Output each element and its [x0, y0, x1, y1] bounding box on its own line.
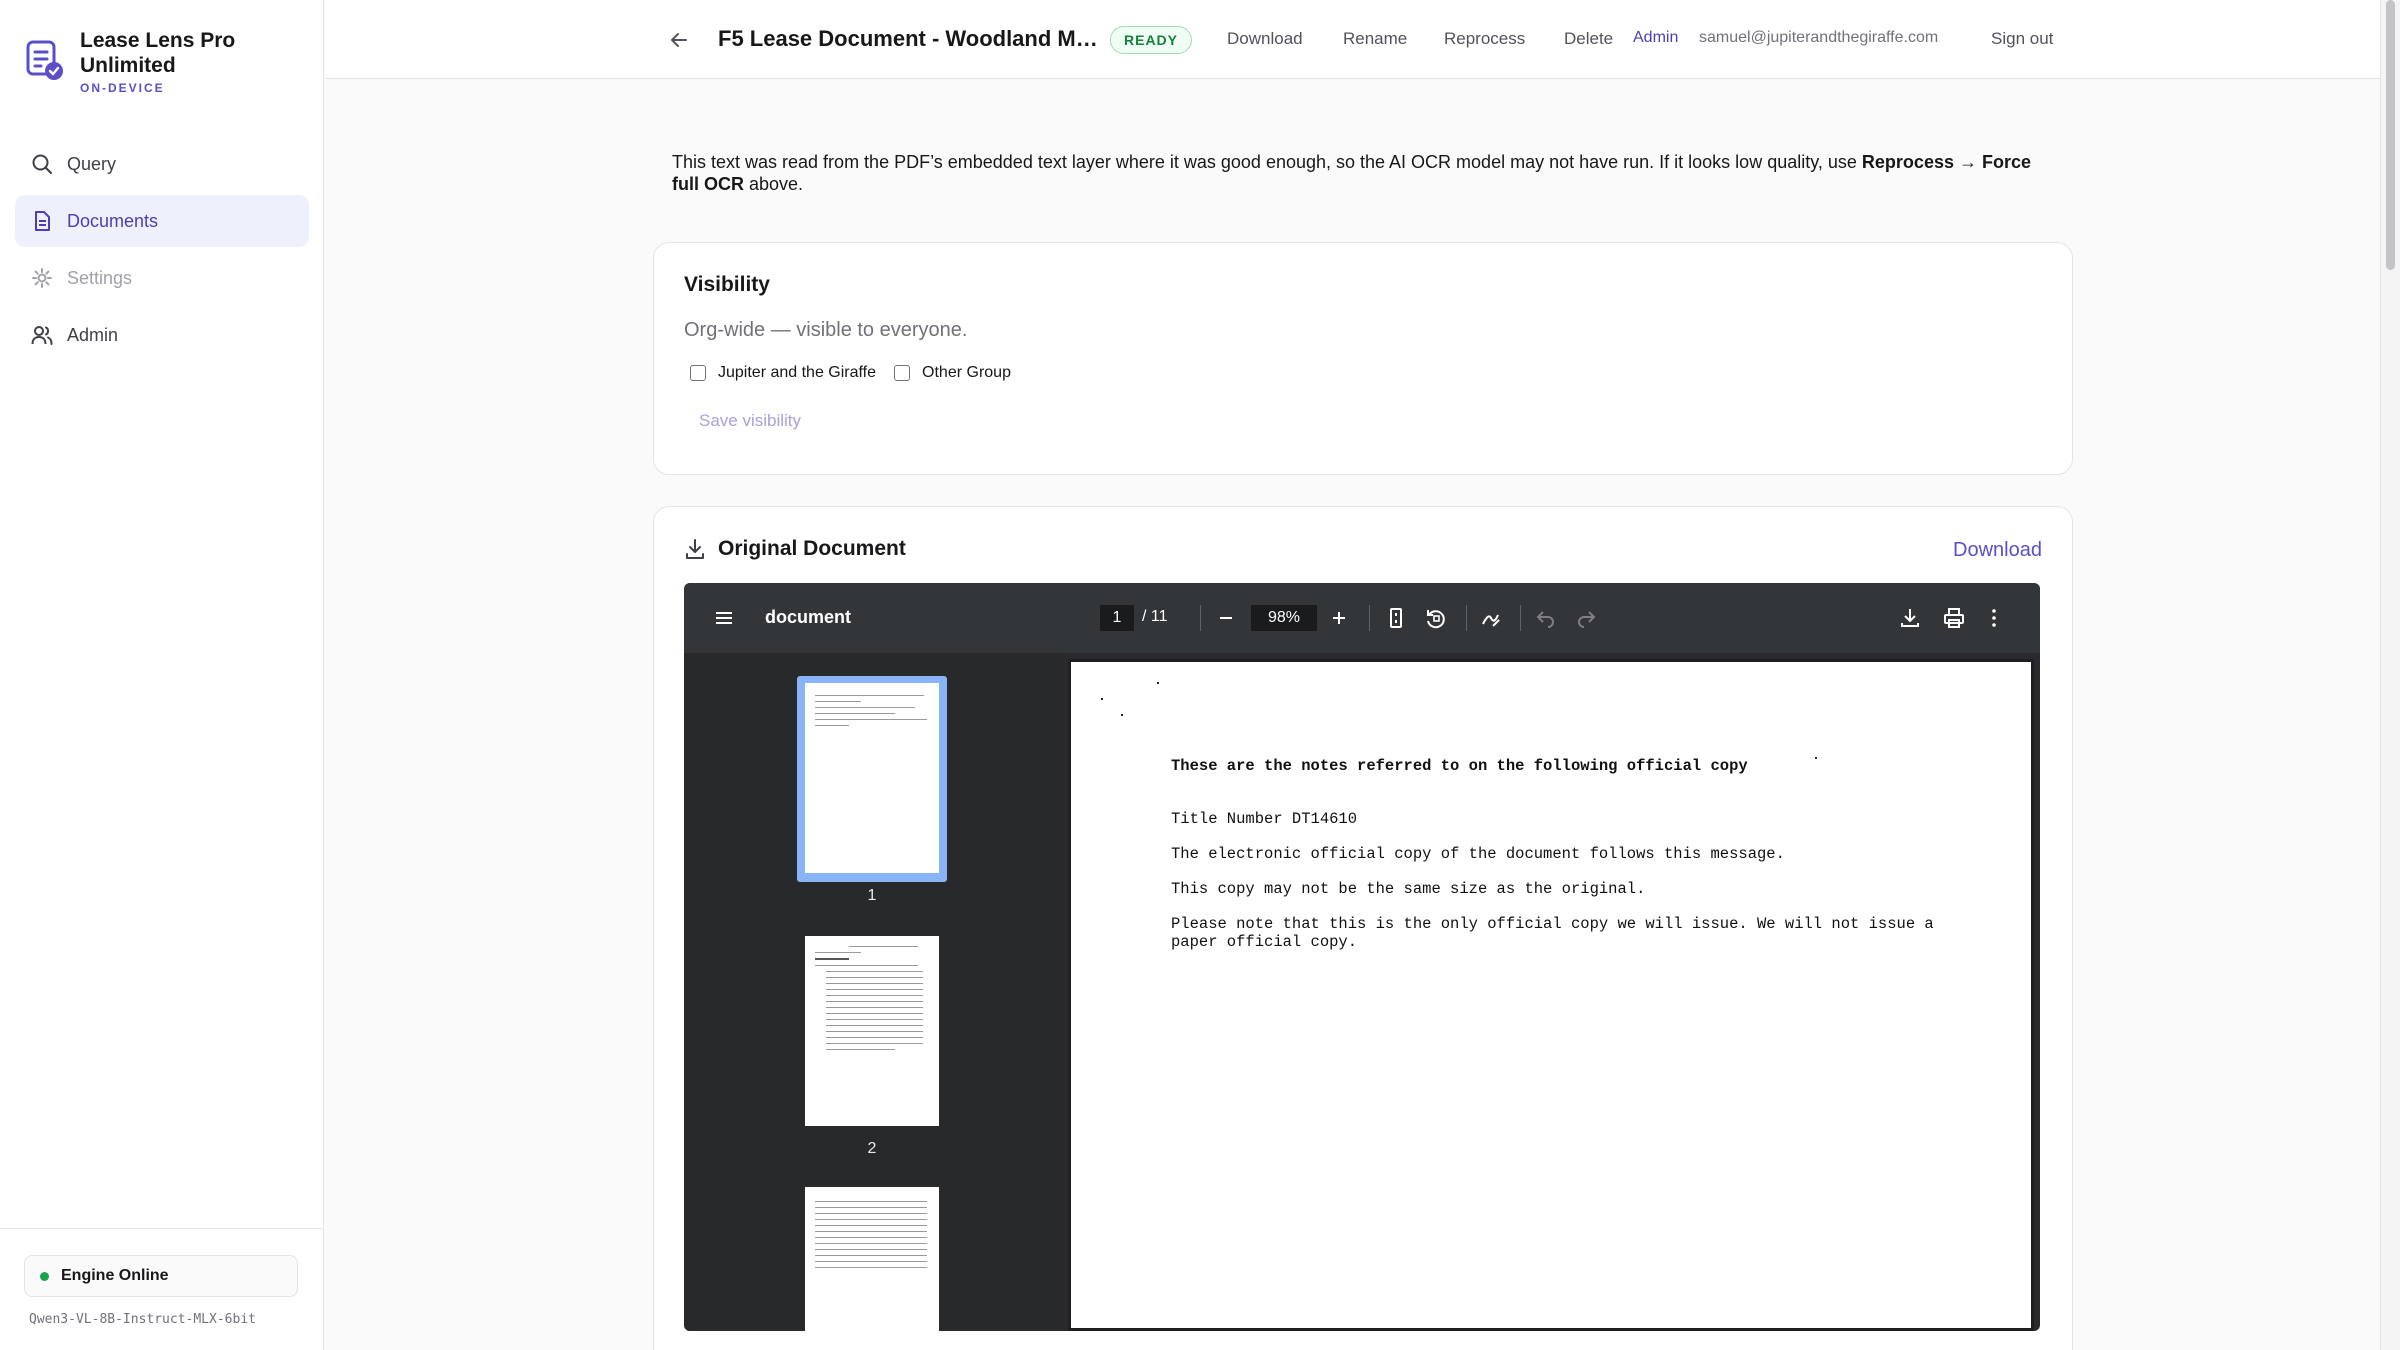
- thumbnail-page-2[interactable]: [805, 936, 939, 1126]
- notice-text-end: above.: [744, 174, 804, 194]
- group-checkbox[interactable]: [894, 365, 911, 381]
- download-icon: [686, 539, 704, 559]
- group-option-other[interactable]: Other Group: [894, 364, 1011, 382]
- sidebar-item-label: Admin: [67, 324, 119, 345]
- toolbar-divider: [1466, 605, 1467, 631]
- group-label: Jupiter and the Giraffe: [718, 364, 877, 381]
- visibility-description: Org-wide — visible to everyone.: [684, 319, 968, 341]
- print-icon[interactable]: [1942, 606, 1966, 630]
- rename-button[interactable]: Rename: [1343, 29, 1407, 49]
- page-line: Please note that this is the only offici…: [1171, 915, 1934, 933]
- sidebar-item-query[interactable]: Query: [15, 138, 309, 190]
- original-document-header: Original Document: [684, 537, 906, 561]
- zoom-in-icon[interactable]: [1327, 606, 1351, 630]
- visibility-card: Visibility Org-wide — visible to everyon…: [653, 242, 2073, 475]
- status-dot-icon: [40, 1271, 49, 1281]
- sidebar-item-settings[interactable]: Settings: [15, 252, 309, 304]
- viewer-download-icon[interactable]: [1898, 606, 1922, 630]
- page-total: / 11: [1142, 608, 1168, 625]
- ocr-notice: This text was read from the PDF’s embedd…: [672, 151, 2062, 195]
- sidebar: Lease Lens Pro Unlimited ON-DEVICE Query…: [0, 0, 324, 1350]
- sidebar-item-admin[interactable]: Admin: [15, 309, 309, 361]
- thumbnail-label: 1: [867, 887, 877, 904]
- document-icon: [35, 211, 50, 231]
- page-title: F5 Lease Document - Woodland Ma...: [718, 26, 1098, 51]
- sign-out-button[interactable]: Sign out: [1991, 29, 2053, 49]
- page-heading: These are the notes referred to on the f…: [1171, 757, 1748, 775]
- search-icon: [32, 154, 52, 174]
- sidebar-footer: Engine Online Qwen3-VL-8B-Instruct-MLX-6…: [0, 1228, 324, 1350]
- undo-icon[interactable]: [1534, 606, 1558, 630]
- scrollbar[interactable]: [2380, 0, 2400, 1350]
- sidebar-item-documents[interactable]: Documents: [15, 195, 309, 247]
- toolbar-divider: [1369, 605, 1370, 631]
- save-visibility-button[interactable]: Save visibility: [699, 411, 801, 431]
- group-option-jupiter[interactable]: Jupiter and the Giraffe: [690, 364, 876, 382]
- sidebar-item-label: Documents: [67, 210, 159, 231]
- delete-button[interactable]: Delete: [1564, 29, 1613, 49]
- rotate-icon[interactable]: [1424, 606, 1448, 630]
- scan-speck: [1121, 714, 1123, 716]
- users-icon: [31, 326, 53, 345]
- viewer-toolbar: document 1 / 11 98%: [684, 583, 2040, 653]
- scrollbar-thumb[interactable]: [2386, 0, 2395, 270]
- original-document-title: Original Document: [718, 537, 906, 560]
- app-subtitle: ON-DEVICE: [80, 81, 165, 95]
- gear-icon: [32, 268, 52, 288]
- reprocess-button[interactable]: Reprocess: [1444, 29, 1525, 49]
- thumbnail-label: 2: [867, 1140, 877, 1157]
- pdf-page: These are the notes referred to on the f…: [1068, 659, 2034, 1331]
- scan-speck: [1157, 682, 1159, 684]
- model-name: Qwen3-VL-8B-Instruct-MLX-6bit: [29, 1312, 256, 1327]
- fit-page-icon[interactable]: [1384, 606, 1408, 630]
- zoom-out-icon[interactable]: [1214, 606, 1238, 630]
- user-email: samuel@jupiterandthegiraffe.com: [1699, 29, 1939, 46]
- admin-link[interactable]: Admin: [1633, 29, 1678, 47]
- more-options-icon[interactable]: [1982, 606, 2006, 630]
- status-badge: READY: [1110, 26, 1193, 54]
- redo-icon[interactable]: [1574, 606, 1598, 630]
- toolbar-divider: [1520, 605, 1521, 631]
- menu-icon[interactable]: [712, 606, 736, 630]
- visibility-title: Visibility: [684, 273, 770, 296]
- sidebar-item-label: Query: [67, 153, 117, 174]
- app-name: Lease Lens Pro Unlimited: [80, 29, 236, 77]
- document-download-link[interactable]: Download: [1953, 539, 2042, 562]
- viewer-filename: document: [765, 607, 852, 627]
- toolbar-divider: [1200, 605, 1201, 631]
- zoom-input[interactable]: 98%: [1251, 605, 1317, 631]
- brand: Lease Lens Pro Unlimited ON-DEVICE: [26, 28, 280, 95]
- download-button[interactable]: Download: [1227, 29, 1303, 49]
- engine-status: Engine Online: [24, 1255, 298, 1297]
- page-line: This copy may not be the same size as th…: [1171, 880, 1646, 898]
- notice-text: This text was read from the PDF’s embedd…: [672, 152, 1862, 172]
- app-logo-icon: [26, 40, 63, 80]
- group-checkbox[interactable]: [690, 365, 706, 381]
- engine-status-label: Engine Online: [61, 1267, 169, 1284]
- page-number-input[interactable]: 1: [1100, 605, 1134, 631]
- thumbnail-sidebar: 1 2: [684, 653, 1062, 1331]
- visibility-groups: Jupiter and the Giraffe Other Group: [690, 364, 1029, 382]
- page-line: The electronic official copy of the docu…: [1171, 845, 1785, 863]
- pdf-viewer[interactable]: document 1 / 11 98% 1 2 These are the no…: [684, 583, 2040, 1331]
- scan-speck: [1815, 757, 1817, 759]
- sidebar-nav: Query Documents Settings Admin: [15, 138, 309, 366]
- scan-speck: [1101, 698, 1103, 700]
- thumbnail-page-1[interactable]: [805, 683, 939, 873]
- thumbnail-page-3[interactable]: [805, 1187, 939, 1331]
- page-line: paper official copy.: [1171, 933, 1358, 951]
- annotate-icon[interactable]: [1479, 606, 1503, 630]
- back-arrow-icon[interactable]: [667, 28, 691, 52]
- group-label: Other Group: [922, 364, 1011, 381]
- sidebar-item-label: Settings: [67, 267, 133, 288]
- page-title-number: Title Number DT14610: [1171, 810, 1358, 828]
